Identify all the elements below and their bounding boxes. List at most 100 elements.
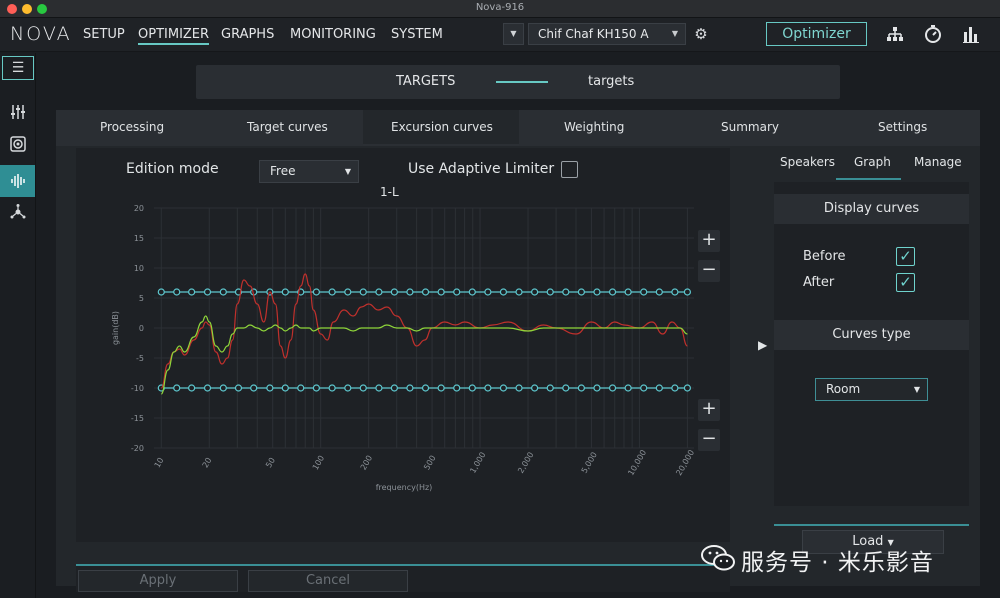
control-point — [484, 288, 492, 296]
control-point — [484, 384, 492, 392]
control-point — [683, 384, 692, 392]
tab-manage[interactable]: Manage — [914, 155, 962, 169]
tab-weighting[interactable]: Weighting — [564, 120, 624, 134]
control-point — [157, 288, 165, 296]
device-list-button[interactable]: ▼ — [503, 23, 524, 45]
menu-graphs[interactable]: GRAPHS — [221, 27, 274, 42]
edition-mode-select[interactable]: Free ▼ — [259, 160, 359, 183]
control-point — [406, 288, 414, 296]
control-point — [375, 288, 383, 296]
control-point — [531, 288, 539, 296]
device-select[interactable]: Chif Chaf KH150 A ▼ — [528, 23, 686, 45]
control-point — [328, 384, 336, 392]
control-point — [624, 384, 632, 392]
control-point — [219, 384, 227, 392]
after-checkbox[interactable]: ✓ — [896, 273, 915, 292]
stopwatch-icon[interactable] — [922, 24, 944, 46]
frequency-response-chart[interactable]: 20151050-5-10-15-2010 20 50 100 200 500 1,000 2… — [106, 198, 706, 508]
control-point — [312, 288, 320, 296]
control-point — [593, 288, 601, 296]
menu-icon[interactable]: ☰ — [2, 56, 34, 80]
chart-title: 1-L — [380, 185, 399, 199]
y-tick-label: -15 — [131, 414, 144, 423]
x-tick-label: 10 — [153, 456, 166, 469]
bar-chart-icon[interactable] — [960, 24, 982, 46]
control-point — [173, 288, 181, 296]
control-point — [344, 288, 352, 296]
targets-name[interactable]: targets — [588, 74, 634, 89]
curves-type-select[interactable]: Room ▼ — [815, 378, 928, 401]
curve-editor-panel: Edition mode Free ▼ Use Adaptive Limiter… — [76, 148, 730, 542]
tab-processing[interactable]: Processing — [100, 120, 164, 134]
menu-setup[interactable]: SETUP — [83, 27, 125, 42]
expand-panel-icon[interactable]: ▶ — [758, 338, 767, 352]
control-point — [437, 288, 445, 296]
tab-graph[interactable]: Graph — [854, 155, 891, 169]
control-point — [577, 384, 585, 392]
x-tick-label: 200 — [359, 454, 374, 472]
curves-type-value: Room — [826, 382, 861, 396]
sliders-icon[interactable] — [3, 101, 33, 131]
upper-plus-button[interactable]: + — [698, 230, 720, 252]
before-checkbox[interactable]: ✓ — [896, 247, 915, 266]
x-tick-label: 500 — [422, 454, 437, 472]
control-point — [453, 288, 461, 296]
left-sidebar: ☰ — [0, 53, 36, 598]
control-point — [608, 288, 617, 296]
control-point — [468, 288, 476, 296]
control-point — [281, 288, 289, 296]
y-tick-label: 0 — [139, 324, 144, 333]
tab-summary[interactable]: Summary — [721, 120, 779, 134]
waveform-icon[interactable] — [0, 165, 35, 197]
menu-system[interactable]: SYSTEM — [391, 27, 443, 42]
control-point — [359, 384, 367, 392]
hierarchy-icon[interactable] — [884, 24, 906, 46]
menu-optimizer[interactable]: OPTIMIZER — [138, 27, 210, 45]
optimizer-button[interactable]: Optimizer — [766, 22, 867, 46]
control-point — [390, 288, 398, 296]
targets-header: TARGETS targets — [196, 65, 840, 99]
control-point — [655, 384, 663, 392]
upper-minus-button[interactable]: − — [698, 260, 720, 282]
x-tick-label: 10,000 — [626, 448, 648, 477]
lower-minus-button[interactable]: − — [698, 429, 720, 451]
control-point — [297, 384, 305, 392]
menu-monitoring[interactable]: MONITORING — [290, 27, 376, 42]
edition-mode-label: Edition mode — [126, 161, 219, 177]
y-tick-label: 15 — [134, 234, 144, 243]
network-icon[interactable] — [3, 201, 33, 231]
editor-action-bar: Apply Cancel — [76, 564, 730, 592]
graph-options-panel: Display curves Before ✓ After ✓ Curves t… — [774, 182, 969, 506]
control-point — [203, 384, 212, 392]
x-tick-label: 20 — [201, 456, 214, 469]
tab-excursion-curves[interactable]: Excursion curves — [391, 120, 493, 134]
cancel-button[interactable]: Cancel — [248, 570, 408, 592]
control-point — [562, 384, 570, 392]
tab-target-curves[interactable]: Target curves — [247, 120, 328, 134]
adaptive-limiter-label: Use Adaptive Limiter — [408, 161, 555, 177]
targets-connector — [496, 81, 548, 83]
tab-settings[interactable]: Settings — [878, 120, 927, 134]
speaker-icon[interactable] — [3, 133, 33, 163]
adaptive-limiter-checkbox[interactable] — [561, 161, 578, 178]
app-logo: NOVA — [10, 23, 72, 45]
control-point — [499, 384, 508, 392]
control-point — [515, 288, 523, 296]
control-point — [203, 288, 212, 296]
control-point — [546, 288, 554, 296]
control-point — [406, 384, 414, 392]
x-tick-label: 100 — [311, 454, 326, 472]
control-point — [390, 384, 398, 392]
x-axis-label: frequency(Hz) — [376, 483, 433, 492]
control-point — [624, 288, 632, 296]
control-point — [546, 384, 554, 392]
control-point — [188, 288, 196, 296]
optimizer-tabs: Processing Target curves Excursion curve… — [56, 110, 980, 146]
gear-icon[interactable]: ⚙ — [692, 25, 710, 43]
apply-button[interactable]: Apply — [78, 570, 238, 592]
lower-plus-button[interactable]: + — [698, 399, 720, 421]
control-point — [234, 384, 243, 392]
y-tick-label: -20 — [131, 444, 144, 453]
tab-speakers[interactable]: Speakers — [780, 155, 835, 169]
control-point — [671, 288, 679, 296]
